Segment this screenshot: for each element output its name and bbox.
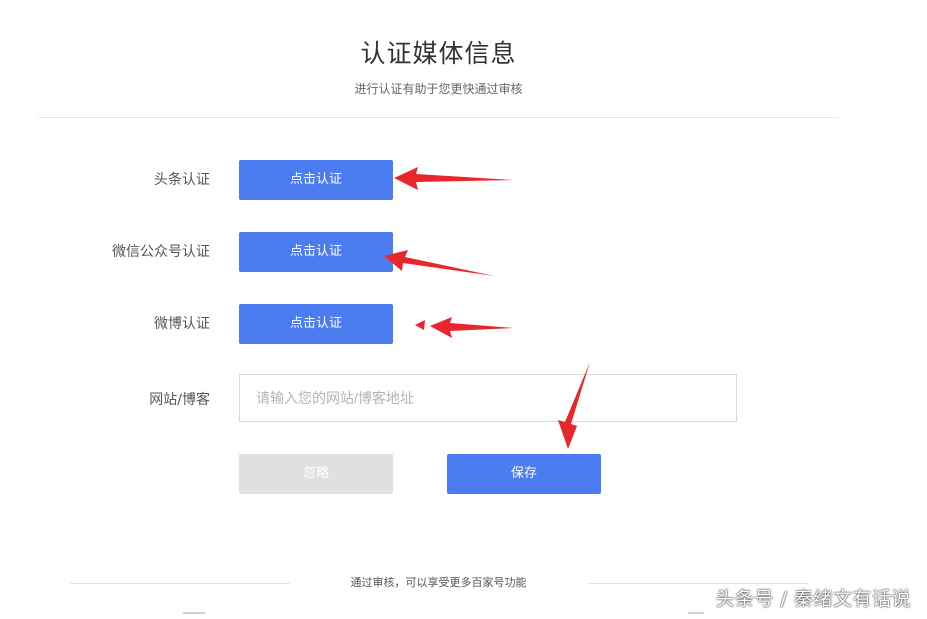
ignore-button[interactable]: 忽略 <box>239 454 393 494</box>
arrow-weibo <box>430 317 514 338</box>
header-divider <box>38 117 838 118</box>
arrow-toutiao <box>394 167 514 190</box>
wechat-cert-button[interactable]: 点击认证 <box>239 232 393 272</box>
website-label: 网站/博客 <box>149 392 210 408</box>
weibo-cert-label: 微博认证 <box>154 316 210 332</box>
toutiao-cert-label: 头条认证 <box>154 172 210 188</box>
weibo-cert-button[interactable]: 点击认证 <box>239 304 393 344</box>
watermark: 头条号 / 秦绪文有话说 <box>715 588 911 610</box>
footer-edge-mark-left <box>183 612 205 614</box>
website-input[interactable] <box>239 374 737 422</box>
page-title: 认证媒体信息 <box>360 39 517 68</box>
save-button[interactable]: 保存 <box>447 454 601 494</box>
page-subtitle: 进行认证有助于您更快通过审核 <box>354 82 523 96</box>
arrow-weibo-small <box>415 320 425 330</box>
wechat-cert-label: 微信公众号认证 <box>112 244 210 260</box>
toutiao-cert-button[interactable]: 点击认证 <box>239 160 393 200</box>
arrow-wechat <box>384 250 494 276</box>
footer-edge-mark-right <box>688 612 704 614</box>
